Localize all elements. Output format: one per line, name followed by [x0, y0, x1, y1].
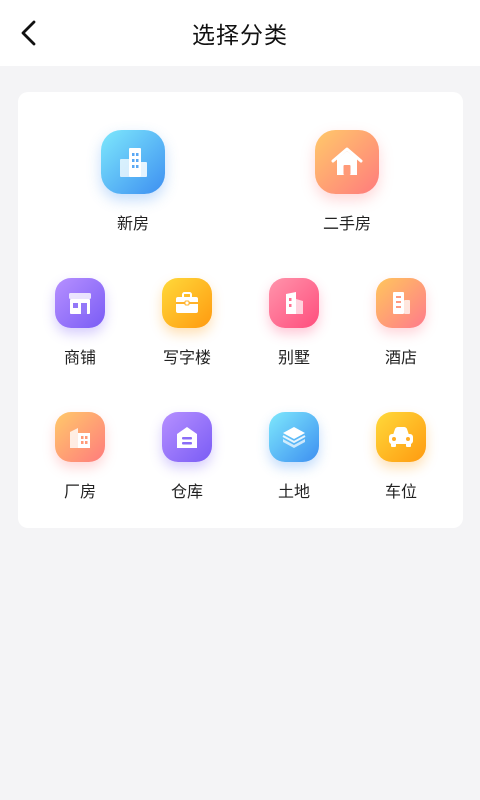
category-factory[interactable]: 厂房 — [40, 412, 120, 502]
category-label: 写字楼 — [162, 348, 211, 367]
category-label: 车位 — [384, 482, 417, 501]
category-label: 土地 — [277, 482, 310, 501]
category-parking[interactable]: 车位 — [361, 412, 441, 502]
header-bar: 选择分类 — [0, 0, 480, 66]
page-title: 选择分类 — [192, 23, 288, 49]
car-icon — [376, 412, 426, 462]
briefcase-icon — [162, 278, 212, 328]
category-land[interactable]: 土地 — [254, 412, 334, 502]
chevron-left-icon — [21, 20, 36, 46]
factory-icon — [55, 412, 105, 462]
category-label: 别墅 — [277, 348, 310, 367]
category-label: 二手房 — [322, 214, 371, 233]
villa-icon — [269, 278, 319, 328]
category-label: 新房 — [116, 214, 149, 233]
house-icon — [315, 130, 379, 194]
buildings-icon — [101, 130, 165, 194]
category-villa[interactable]: 别墅 — [254, 278, 334, 368]
warehouse-icon — [162, 412, 212, 462]
category-office[interactable]: 写字楼 — [147, 278, 227, 368]
category-label: 商铺 — [63, 348, 96, 367]
category-shop[interactable]: 商铺 — [40, 278, 120, 368]
hotel-icon — [376, 278, 426, 328]
category-new-house[interactable]: 新房 — [88, 130, 178, 234]
category-second-hand-house[interactable]: 二手房 — [302, 130, 392, 234]
back-button[interactable] — [14, 18, 44, 48]
category-label: 厂房 — [63, 482, 96, 501]
storefront-icon — [55, 278, 105, 328]
category-hotel[interactable]: 酒店 — [361, 278, 441, 368]
layers-icon — [269, 412, 319, 462]
category-label: 仓库 — [170, 482, 203, 501]
category-card: 新房 二手房 商铺 写字楼 别墅 酒店 厂房 仓库 土地 车位 — [18, 92, 463, 528]
category-label: 酒店 — [384, 348, 417, 367]
category-warehouse[interactable]: 仓库 — [147, 412, 227, 502]
